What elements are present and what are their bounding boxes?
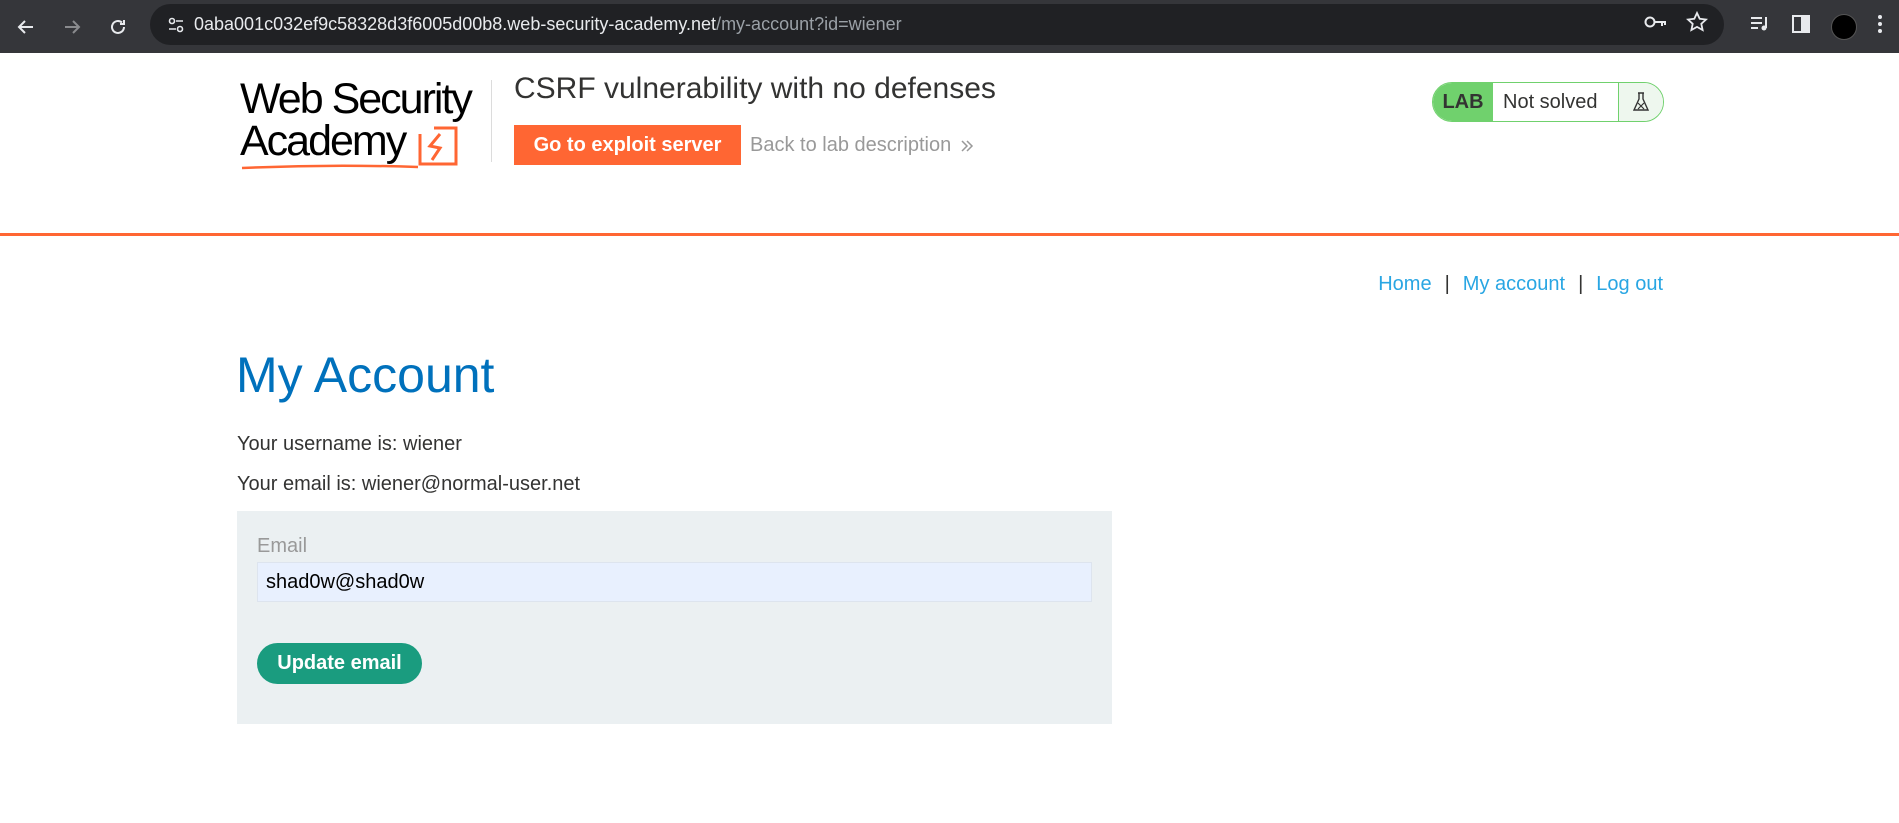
reload-icon[interactable]: [98, 7, 138, 47]
back-arrow-icon[interactable]: [6, 7, 46, 47]
page-title: My Account: [236, 347, 495, 403]
profile-avatar[interactable]: [1831, 13, 1857, 40]
logo-underline: [241, 164, 419, 170]
log-out-link[interactable]: Log out: [1596, 273, 1663, 296]
exploit-server-button[interactable]: Go to exploit server: [514, 125, 741, 165]
double-chevron-right-icon: [961, 139, 974, 152]
logo-bolt-icon: [418, 126, 458, 166]
logo-line1: Web Security: [240, 75, 473, 123]
flask-icon: [1619, 83, 1663, 121]
web-security-academy-logo[interactable]: Web Security Academy: [240, 78, 490, 170]
back-to-lab-description-link[interactable]: Back to lab description: [750, 134, 975, 157]
url-text: 0aba001c032ef9c58328d3f6005d00b8.web-sec…: [194, 14, 902, 35]
address-bar[interactable]: 0aba001c032ef9c58328d3f6005d00b8.web-sec…: [150, 4, 1724, 45]
email-label: Email: [257, 535, 308, 557]
key-icon[interactable]: [1644, 14, 1668, 35]
side-panel-icon[interactable]: [1791, 14, 1811, 39]
username-info: Your username is: wiener: [237, 433, 462, 455]
nav-separator: |: [1444, 273, 1450, 295]
browser-toolbar: 0aba001c032ef9c58328d3f6005d00b8.web-sec…: [0, 0, 1899, 53]
lab-title: CSRF vulnerability with no defenses: [514, 72, 996, 105]
forward-arrow-icon[interactable]: [52, 7, 92, 47]
header-divider: [491, 80, 492, 162]
lab-status-widget: LAB Not solved: [1432, 82, 1664, 122]
site-info-icon[interactable]: [158, 15, 194, 35]
my-account-link[interactable]: My account: [1463, 273, 1565, 296]
menu-kebab-icon[interactable]: [1877, 14, 1883, 39]
email-info: Your email is: wiener@normal-user.net: [237, 473, 581, 495]
home-link[interactable]: Home: [1378, 273, 1431, 296]
back-link-label: Back to lab description: [750, 134, 952, 156]
update-email-button[interactable]: Update email: [257, 643, 422, 684]
url-path: /my-account?id=wiener: [716, 14, 902, 34]
url-host: 0aba001c032ef9c58328d3f6005d00b8.web-sec…: [194, 14, 717, 34]
nav-separator: |: [1578, 273, 1584, 295]
account-nav: Home | My account | Log out: [1378, 273, 1663, 296]
email-input[interactable]: [257, 562, 1092, 602]
lab-status-text: Not solved: [1493, 83, 1619, 121]
lab-badge: LAB: [1433, 83, 1493, 121]
change-email-form: Email Update email: [237, 511, 1112, 724]
media-control-icon[interactable]: [1749, 14, 1771, 39]
bookmark-star-icon[interactable]: [1685, 10, 1709, 38]
